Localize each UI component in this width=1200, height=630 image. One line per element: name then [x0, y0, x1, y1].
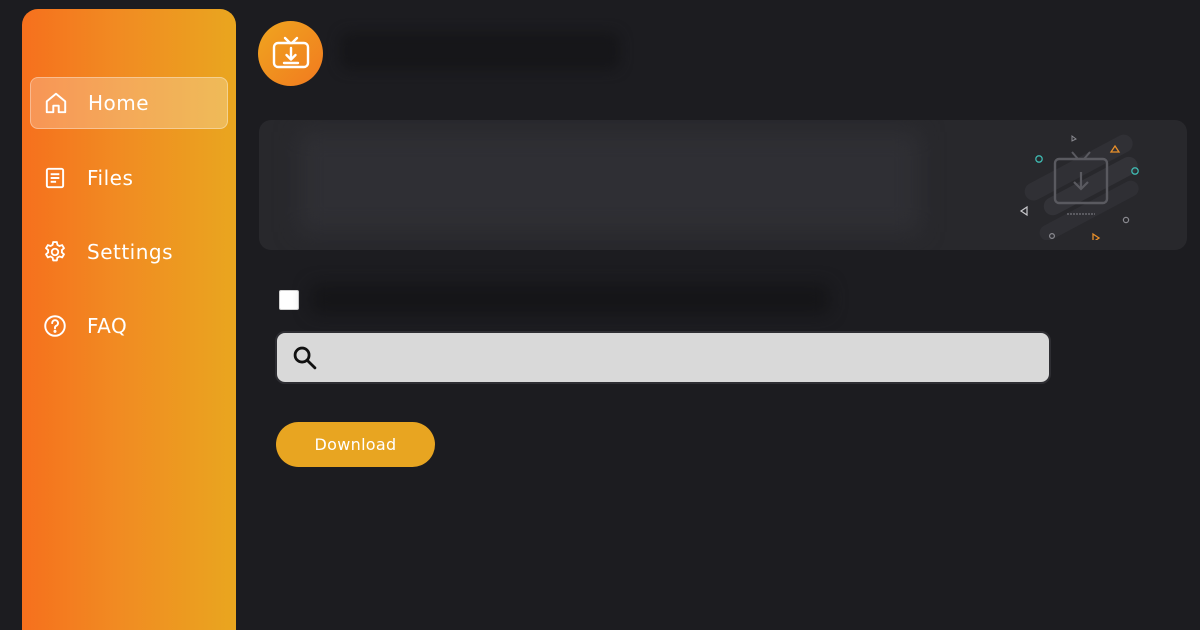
page-title-redacted	[340, 32, 620, 70]
home-icon	[43, 90, 69, 116]
url-input[interactable]	[319, 332, 1049, 383]
sidebar-item-files[interactable]: Files	[30, 152, 228, 204]
sidebar-item-label: Home	[88, 91, 150, 115]
tv-download-icon	[272, 36, 309, 68]
info-banner	[259, 120, 1187, 250]
search-icon	[291, 344, 319, 372]
tv-illustration-icon	[1019, 134, 1139, 240]
sidebar-item-settings[interactable]: Settings	[30, 226, 228, 278]
question-icon	[42, 313, 68, 339]
sidebar-item-faq[interactable]: FAQ	[30, 300, 228, 352]
url-search-bar[interactable]	[275, 331, 1051, 384]
app-logo	[258, 21, 323, 86]
file-icon	[42, 165, 68, 191]
sidebar-item-label: Files	[87, 166, 134, 190]
sidebar-item-label: FAQ	[87, 314, 128, 338]
download-button[interactable]: Download	[276, 422, 435, 467]
gear-icon	[42, 239, 68, 265]
sidebar-item-label: Settings	[87, 240, 174, 264]
banner-text-redacted	[299, 132, 919, 232]
sidebar-item-home[interactable]: Home	[30, 77, 228, 129]
app-window: Home Files Settings FAQ Download	[0, 0, 1200, 630]
sidebar: Home Files Settings FAQ	[22, 9, 236, 630]
checkbox-label-redacted	[310, 284, 830, 314]
option-checkbox[interactable]	[279, 290, 299, 310]
